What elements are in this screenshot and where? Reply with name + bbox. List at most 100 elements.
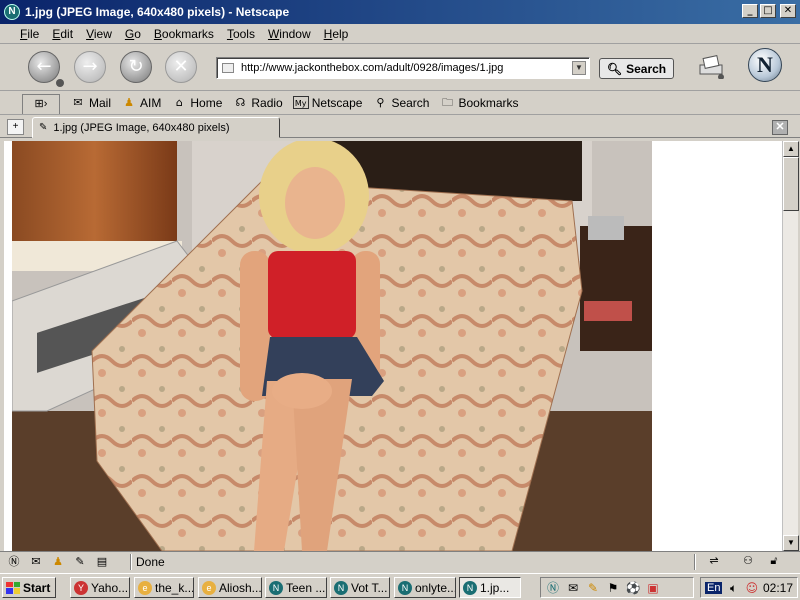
mail-quicklaunch-icon[interactable]: ✉: [565, 580, 581, 596]
menu-tools[interactable]: Tools: [227, 27, 255, 41]
back-button[interactable]: ←: [28, 51, 60, 83]
status-bar: Ⓝ ✉ ♟ ✎ ▤ Done ⇌ ⚇ 🔓︎: [0, 551, 800, 571]
online-status-icon[interactable]: ⇌: [706, 554, 722, 568]
radio-icon: ☊: [235, 96, 246, 109]
netscape-icon: N: [334, 580, 348, 595]
new-tab-icon[interactable]: +: [7, 119, 24, 135]
toolbar-my-netscape[interactable]: My Netscape: [292, 96, 362, 110]
menu-edit[interactable]: Edit: [52, 27, 73, 41]
page-icon: [222, 63, 234, 73]
aim-icon[interactable]: ♟: [50, 555, 66, 569]
toolbar-bookmarks[interactable]: 🗀 Bookmarks: [439, 96, 519, 110]
window-title: 1.jpg (JPEG Image, 640x480 pixels) - Net…: [25, 5, 290, 19]
page-content: [4, 141, 782, 551]
stop-icon: ✕: [173, 56, 189, 77]
ball-icon[interactable]: ⚽: [625, 580, 641, 596]
menu-bar: File Edit View Go Bookmarks Tools Window…: [0, 24, 800, 44]
taskbar-item-the-k[interactable]: e the_k...: [134, 577, 194, 598]
netscape-app-icon[interactable]: N: [4, 4, 20, 20]
menu-help[interactable]: Help: [324, 27, 349, 41]
taskbar-item-yahoo[interactable]: Y Yaho...: [70, 577, 130, 598]
forward-arrow-icon: →: [82, 56, 98, 77]
tab-bar: + ✎ 1.jpg (JPEG Image, 640x480 pixels) ✕: [0, 116, 800, 138]
system-tray: En 🔈︎ ☺ 02:17: [700, 577, 798, 598]
composer-icon[interactable]: ✎: [72, 555, 88, 569]
url-input[interactable]: [241, 60, 561, 76]
search-icon: ⚲: [376, 96, 385, 109]
url-bar[interactable]: ▼: [216, 57, 590, 79]
windows-logo-icon: [6, 581, 20, 594]
taskbar-item-teen[interactable]: N Teen ...: [265, 577, 327, 598]
menu-window[interactable]: Window: [268, 27, 311, 41]
title-bar: N 1.jpg (JPEG Image, 640x480 pixels) - N…: [0, 0, 800, 24]
my-netscape-icon: My: [292, 96, 309, 109]
scroll-thumb[interactable]: [783, 157, 799, 211]
home-icon: ⌂: [175, 96, 183, 109]
yahoo-icon: Y: [74, 580, 88, 595]
photo-image: [12, 141, 652, 551]
scroll-down-icon[interactable]: ▼: [783, 535, 799, 551]
toolbar-home[interactable]: ⌂ Home: [171, 96, 223, 110]
netscape-icon: N: [398, 580, 412, 595]
image-file-icon: ✎: [39, 122, 48, 133]
taskbar-item-vot[interactable]: N Vot T...: [330, 577, 390, 598]
bookmarks-folder-icon: 🗀: [441, 96, 453, 109]
toolbar-aim[interactable]: ♟ AIM: [121, 96, 161, 110]
mail-icon[interactable]: ✉: [28, 555, 44, 569]
vertical-scrollbar[interactable]: ▲ ▼: [782, 141, 799, 551]
search-button-label: Search: [626, 61, 667, 76]
media-icon[interactable]: ▣: [645, 580, 661, 596]
reload-icon: ↻: [128, 56, 144, 77]
scroll-up-icon[interactable]: ▲: [783, 141, 799, 157]
menu-view[interactable]: View: [86, 27, 112, 41]
stop-button[interactable]: ✕: [165, 51, 197, 83]
maximize-button[interactable]: □: [760, 4, 776, 18]
close-window-button[interactable]: ✕: [780, 4, 796, 18]
taskbar-item-current[interactable]: N 1.jp...: [459, 577, 521, 598]
mail-icon: ✉: [73, 96, 83, 109]
lock-icon[interactable]: 🔓︎: [766, 554, 782, 568]
start-button[interactable]: Start: [2, 577, 56, 598]
toolbar-mail[interactable]: ✉ Mail: [70, 96, 111, 110]
minimize-button[interactable]: _: [742, 4, 758, 18]
status-text: Done: [136, 555, 165, 569]
forward-button[interactable]: →: [74, 51, 106, 83]
search-button[interactable]: 🔍︎ Search: [599, 58, 674, 79]
netscape-logo-icon[interactable]: N: [748, 48, 782, 82]
menu-go[interactable]: Go: [125, 27, 141, 41]
security-icon[interactable]: ⚇: [740, 554, 756, 568]
toolbar-search[interactable]: ⚲ Search: [372, 96, 429, 110]
messenger-icon[interactable]: ☺: [745, 580, 759, 596]
clock: 02:17: [762, 580, 793, 595]
navigator-icon[interactable]: Ⓝ: [6, 555, 22, 569]
personal-toolbar: ✉ Mail ♟ AIM ⌂ Home ☊ Radio My Netscape ⚲ Sear…: [0, 91, 800, 115]
network-icon[interactable]: ⚑: [605, 580, 621, 596]
pencil-icon[interactable]: ✎: [585, 580, 601, 596]
taskbar-item-onlyte[interactable]: Nonlyte...: [394, 577, 456, 598]
tab-current[interactable]: ✎ 1.jpg (JPEG Image, 640x480 pixels): [32, 117, 280, 138]
print-icon[interactable]: [697, 55, 725, 79]
menu-file[interactable]: File: [20, 27, 39, 41]
tab-label: 1.jpg (JPEG Image, 640x480 pixels): [53, 121, 230, 134]
url-dropdown-icon[interactable]: ▼: [572, 61, 586, 75]
quick-launch: Ⓝ ✉ ✎ ⚑ ⚽ ▣: [540, 577, 694, 598]
language-indicator[interactable]: En: [705, 581, 723, 594]
magnifier-icon: 🔍︎: [606, 61, 623, 76]
taskbar-item-aliosh[interactable]: e Aliosh...: [198, 577, 262, 598]
ie-icon: e: [138, 580, 152, 595]
back-arrow-icon: ←: [36, 56, 52, 77]
address-book-icon[interactable]: ▤: [94, 555, 110, 569]
toolbar-radio[interactable]: ☊ Radio: [232, 96, 282, 110]
aim-icon: ♟: [124, 96, 134, 109]
ie-icon: e: [202, 580, 216, 595]
netscape-icon: N: [463, 580, 477, 595]
close-tab-button[interactable]: ✕: [772, 120, 788, 135]
back-history-dropdown[interactable]: [56, 79, 64, 87]
navigation-toolbar: ← → ↻ ✕ ▼ 🔍︎ Search: [0, 45, 800, 91]
windows-taskbar: Start Y Yaho... e the_k... e Aliosh... N Tee…: [0, 573, 800, 600]
volume-icon[interactable]: 🔈︎: [726, 580, 740, 596]
menu-bookmarks[interactable]: Bookmarks: [154, 27, 214, 41]
netscape-quicklaunch-icon[interactable]: Ⓝ: [545, 580, 561, 596]
netscape-icon: N: [269, 580, 283, 595]
reload-button[interactable]: ↻: [120, 51, 152, 83]
